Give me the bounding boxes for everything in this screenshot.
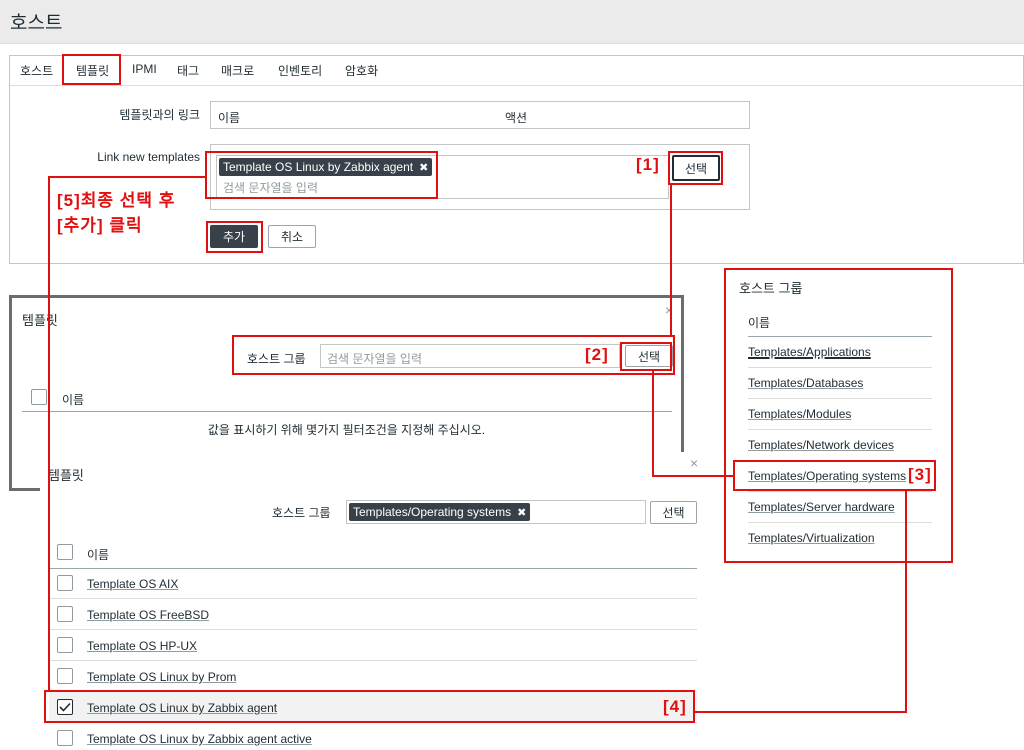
template-link[interactable]: Template OS Linux by Prom (87, 670, 236, 684)
template-link[interactable]: Template OS HP-UX (87, 639, 197, 653)
selected-template-highlight (205, 151, 438, 199)
column-name: 이름 (87, 548, 110, 562)
step1-label: [1] (636, 155, 660, 174)
row-divider (49, 660, 697, 661)
template-checkbox[interactable] (57, 606, 73, 622)
popup-title: 템플릿 (22, 313, 58, 328)
selected-group-label: Templates/Operating systems (353, 505, 512, 519)
template-checkbox[interactable] (57, 730, 73, 746)
step3-label: [3] (908, 465, 932, 484)
select-all-checkbox[interactable] (31, 389, 47, 405)
add-button-highlight (206, 221, 263, 253)
template-checkbox[interactable] (57, 575, 73, 591)
template-link[interactable]: Template OS AIX (87, 577, 178, 591)
step2-label: [2] (585, 345, 609, 364)
cancel-button[interactable]: 취소 (268, 225, 316, 248)
connector-step3-horizontal (695, 711, 907, 713)
selected-group-chip: Templates/Operating systems ✖ (349, 503, 531, 521)
connector-step3-vertical (905, 491, 907, 713)
host-group-select-button[interactable]: 선택 (650, 501, 697, 524)
host-group-item[interactable]: Templates/Modules (748, 407, 851, 421)
template-link[interactable]: Template OS Linux by Zabbix agent active (87, 732, 312, 746)
host-group-item[interactable]: Templates/Virtualization (748, 531, 875, 545)
host-group-item[interactable]: Templates/Network devices (748, 438, 894, 452)
connector-step2-horizontal (652, 475, 734, 477)
row-divider (49, 598, 697, 599)
connector-step2-vertical (652, 371, 654, 476)
connector-step5-horizontal (48, 176, 206, 178)
step4-label: [4] (663, 697, 687, 716)
host-group-item[interactable]: Templates/Databases (748, 376, 863, 390)
step2-button-highlight (620, 342, 672, 371)
header-divider (748, 336, 932, 337)
linked-templates-table: 이름 액션 (210, 101, 750, 129)
template-checkbox[interactable] (57, 637, 73, 653)
tab-host[interactable]: 호스트 (20, 62, 53, 79)
host-group-multiselect[interactable]: Templates/Operating systems ✖ (346, 500, 646, 524)
linked-templates-label: 템플릿과의 링크 (119, 108, 200, 122)
column-name: 이름 (748, 316, 771, 330)
template-link[interactable]: Template OS FreeBSD (87, 608, 209, 622)
step3-highlight (733, 460, 936, 491)
tab-ipmi[interactable]: IPMI (132, 62, 157, 76)
row-divider (748, 429, 932, 430)
column-action: 액션 (505, 111, 528, 125)
page-title: 호스트 (10, 13, 63, 34)
templates-tab-highlight (62, 54, 121, 85)
row-divider (49, 629, 697, 630)
host-group-item[interactable]: Templates/Server hardware (748, 500, 895, 514)
popup-title: 템플릿 (48, 468, 84, 483)
host-group-panel: 호스트 그룹 이름 Templates/Applications Templat… (724, 268, 953, 563)
empty-message: 값을 표시하기 위해 몇가지 필터조건을 지정해 주십시오. (207, 423, 486, 437)
page-header (0, 0, 1024, 44)
tab-bar: 호스트 템플릿 IPMI 태그 매크로 인벤토리 암호화 (10, 56, 1023, 86)
tab-tags[interactable]: 태그 (177, 62, 199, 79)
host-group-item[interactable]: Templates/Applications (748, 345, 871, 359)
tab-macros[interactable]: 매크로 (221, 62, 254, 79)
connector-step1 (670, 185, 672, 335)
step1-highlight (668, 151, 723, 185)
link-new-templates-label: Link new templates (97, 150, 200, 164)
remove-group-icon[interactable]: ✖ (517, 506, 526, 519)
header-divider (22, 411, 672, 412)
host-group-label: 호스트 그룹 (272, 506, 331, 520)
template-checkbox[interactable] (57, 668, 73, 684)
row-divider (748, 398, 932, 399)
tab-inventory[interactable]: 인벤토리 (278, 62, 322, 79)
connector-step5-vertical (48, 176, 50, 690)
column-name: 이름 (218, 111, 241, 125)
tab-encryption[interactable]: 암호화 (345, 62, 378, 79)
step5-label-line2: [추가] 클릭 (57, 216, 143, 235)
step5-label-line1: [5]최종 선택 후 (57, 191, 176, 210)
select-all-checkbox[interactable] (57, 544, 73, 560)
host-group-title: 호스트 그룹 (739, 281, 803, 296)
step4-highlight (44, 690, 695, 723)
row-divider (748, 367, 932, 368)
column-name: 이름 (62, 393, 85, 407)
close-icon[interactable]: × (690, 455, 698, 471)
header-divider (49, 568, 697, 569)
